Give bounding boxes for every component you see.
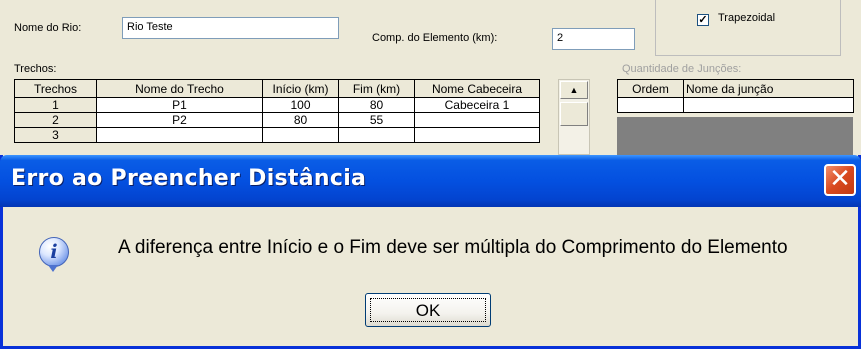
table-cell[interactable]: P1 — [96, 97, 263, 113]
table-row[interactable]: 3 — [14, 127, 540, 143]
table-header-row: Trechos Nome do Trecho Início (km) Fim (… — [14, 79, 540, 98]
junctions-count-label: Quantidade de Junções: — [622, 63, 742, 75]
table-cell[interactable]: Cabeceira 1 — [414, 97, 540, 113]
river-name-label: Nome do Rio: — [14, 22, 82, 34]
table-cell[interactable] — [338, 127, 415, 143]
table-cell[interactable]: 80 — [338, 97, 415, 113]
row-header[interactable]: 2 — [14, 112, 97, 128]
column-header[interactable]: Nome do Trecho — [96, 79, 263, 98]
element-length-label: Comp. do Elemento (km): — [372, 32, 498, 44]
table-row[interactable]: 1 P1 100 80 Cabeceira 1 — [14, 97, 540, 113]
table-cell[interactable] — [414, 112, 540, 128]
table-cell[interactable] — [414, 127, 540, 143]
table-cell[interactable] — [96, 127, 263, 143]
element-length-input[interactable]: 2 — [552, 28, 635, 50]
table-header-row: Ordem Nome da junção — [617, 79, 854, 98]
column-header[interactable]: Nome da junção — [683, 79, 854, 98]
info-icon: i — [39, 237, 69, 272]
column-header[interactable]: Nome Cabeceira — [414, 79, 540, 98]
dialog-title-bar[interactable]: Erro ao Preencher Distância ✕ — [0, 155, 861, 207]
column-header[interactable]: Fim (km) — [338, 79, 415, 98]
column-header[interactable]: Trechos — [14, 79, 97, 98]
column-header[interactable]: Início (km) — [262, 79, 339, 98]
row-header[interactable]: 1 — [14, 97, 97, 113]
trechos-table[interactable]: Trechos Nome do Trecho Início (km) Fim (… — [14, 79, 540, 143]
river-name-input[interactable]: Rio Teste — [122, 17, 339, 39]
ok-button[interactable]: OK — [365, 293, 491, 327]
ok-button-label: OK — [415, 301, 441, 320]
table-cell[interactable] — [262, 127, 339, 143]
close-icon[interactable]: ✕ — [824, 164, 856, 196]
table-cell[interactable]: 100 — [262, 97, 339, 113]
table-cell[interactable]: 55 — [338, 112, 415, 128]
table-cell[interactable] — [617, 97, 684, 113]
trechos-label: Trechos: — [14, 63, 57, 75]
table-cell[interactable] — [683, 97, 854, 113]
error-dialog: Erro ao Preencher Distância ✕ i A difere… — [0, 155, 861, 349]
table-cell[interactable]: 80 — [262, 112, 339, 128]
table-row[interactable] — [617, 97, 854, 113]
dialog-message: A diferença entre Início e o Fim deve se… — [118, 237, 788, 258]
junctions-empty-area — [617, 117, 853, 157]
options-group — [655, 0, 841, 56]
trapezoidal-checkbox[interactable]: ✓ — [697, 14, 709, 26]
table-cell[interactable]: P2 — [96, 112, 263, 128]
scroll-up-icon[interactable]: ▲ — [560, 81, 588, 99]
dialog-title: Erro ao Preencher Distância — [11, 166, 367, 191]
scroll-thumb[interactable] — [560, 102, 588, 126]
column-header[interactable]: Ordem — [617, 79, 684, 98]
table-row[interactable]: 2 P2 80 55 — [14, 112, 540, 128]
row-header[interactable]: 3 — [14, 127, 97, 143]
junctions-table[interactable]: Ordem Nome da junção — [617, 79, 854, 113]
trapezoidal-label: Trapezoidal — [718, 12, 776, 24]
trechos-scrollbar[interactable]: ▲ — [558, 79, 590, 155]
